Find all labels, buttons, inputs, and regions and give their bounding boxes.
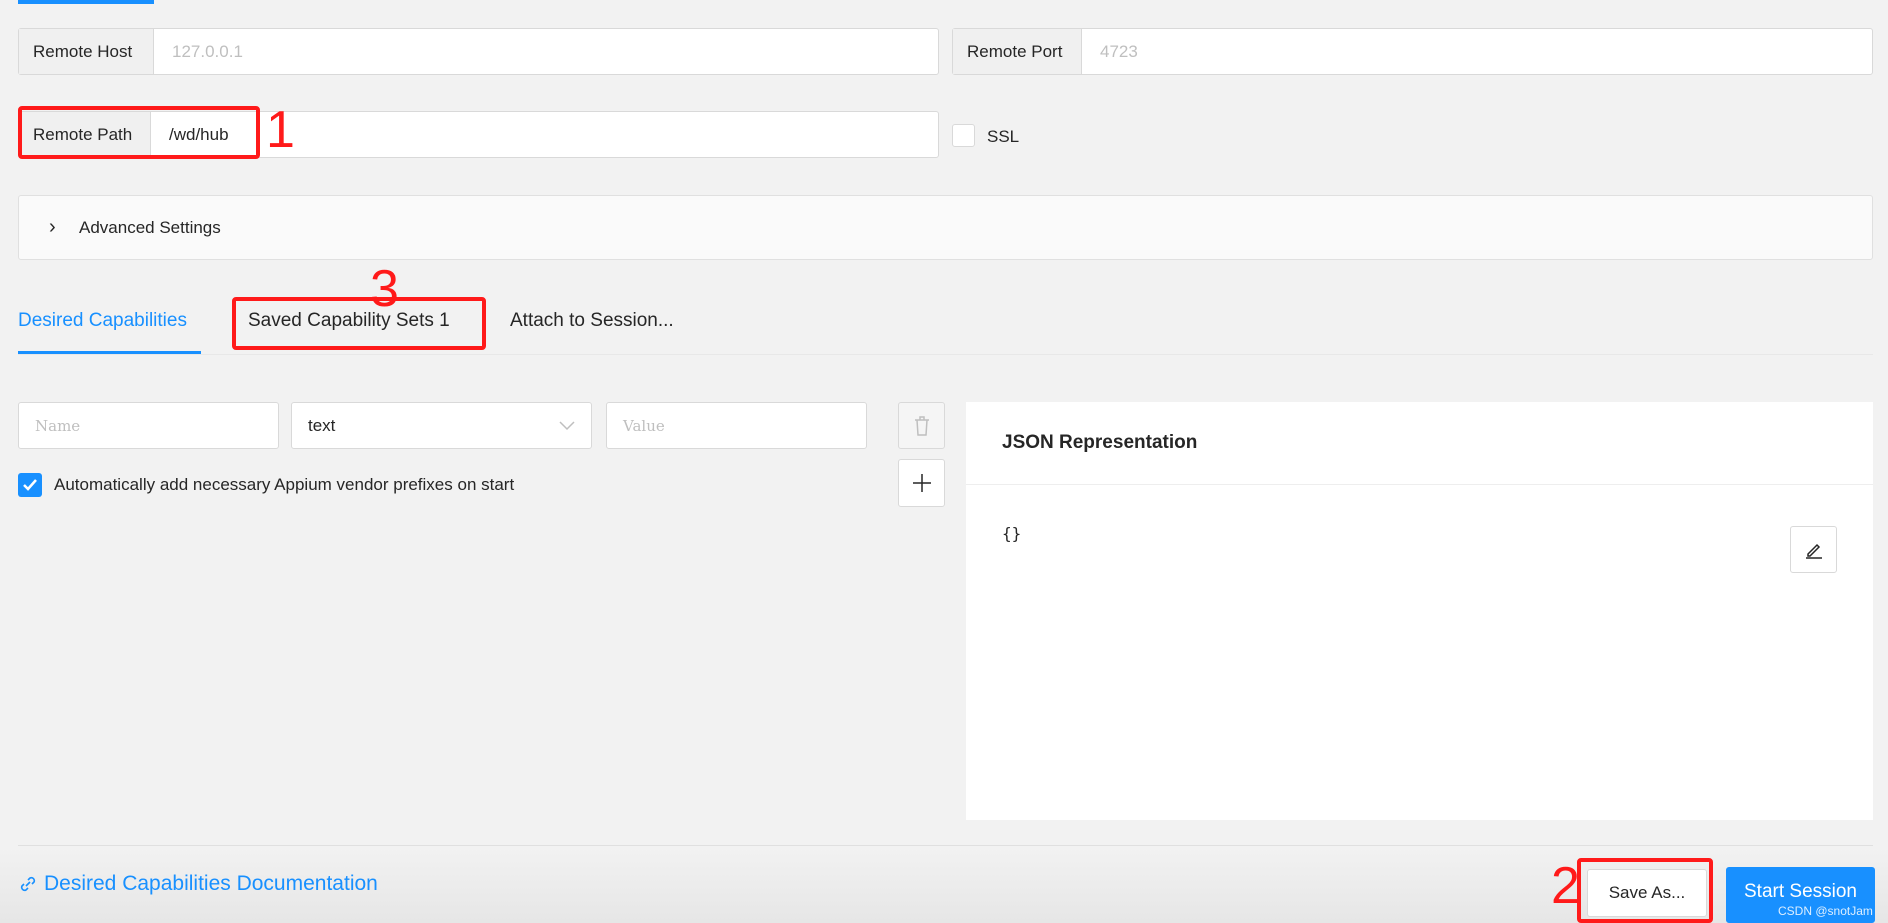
link-icon	[20, 876, 36, 892]
tab-desired-capabilities[interactable]: Desired Capabilities	[18, 310, 187, 332]
annotation-box-3	[232, 297, 486, 350]
json-panel-title: JSON Representation	[966, 402, 1873, 485]
annotation-number-1: 1	[266, 101, 295, 159]
capability-name-input[interactable]: Name	[18, 402, 279, 449]
capability-value-input[interactable]: Value	[606, 402, 867, 449]
chevron-right-icon: ›	[49, 216, 56, 238]
checkmark-icon	[23, 479, 37, 491]
doc-link-label: Desired Capabilities Documentation	[44, 872, 378, 895]
annotation-number-2: 2	[1551, 857, 1580, 915]
advanced-settings-panel[interactable]: › Advanced Settings	[18, 195, 1873, 260]
json-representation-panel: JSON Representation {}	[966, 402, 1873, 820]
ssl-label: SSL	[987, 127, 1020, 146]
remote-host-group: Remote Host 127.0.0.1	[18, 28, 939, 75]
tab-attach-to-session[interactable]: Attach to Session...	[510, 310, 674, 332]
remote-port-group: Remote Port 4723	[952, 28, 1873, 75]
edit-json-button[interactable]	[1790, 526, 1837, 573]
remote-port-input[interactable]: 4723	[1082, 29, 1872, 74]
annotation-number-3: 3	[370, 260, 399, 318]
doc-link[interactable]: Desired Capabilities Documentation	[18, 872, 378, 896]
add-capability-button[interactable]	[898, 459, 945, 507]
name-placeholder: Name	[35, 416, 81, 435]
auto-prefix-checkbox[interactable]	[18, 473, 42, 497]
ssl-checkbox[interactable]	[952, 124, 975, 147]
remote-port-label: Remote Port	[953, 29, 1082, 74]
annotation-box-2	[1577, 858, 1713, 923]
watermark: CSDN @snotJam	[1778, 904, 1873, 918]
capability-type-select[interactable]: text	[291, 402, 592, 449]
json-content: {}	[1002, 524, 1022, 543]
delete-capability-button[interactable]	[898, 402, 945, 449]
remote-host-label: Remote Host	[19, 29, 154, 74]
advanced-settings-label: Advanced Settings	[79, 217, 221, 237]
remote-host-input[interactable]: 127.0.0.1	[154, 29, 938, 74]
chevron-down-icon	[559, 420, 575, 430]
tab-active-underline	[18, 351, 201, 354]
type-value: text	[308, 415, 336, 435]
trash-icon	[914, 415, 929, 436]
auto-prefix-label: Automatically add necessary Appium vendo…	[54, 475, 515, 494]
plus-icon	[912, 474, 931, 492]
annotation-box-1	[18, 106, 260, 159]
edit-icon	[1805, 543, 1822, 559]
active-indicator	[18, 0, 154, 4]
value-placeholder: Value	[623, 416, 665, 435]
